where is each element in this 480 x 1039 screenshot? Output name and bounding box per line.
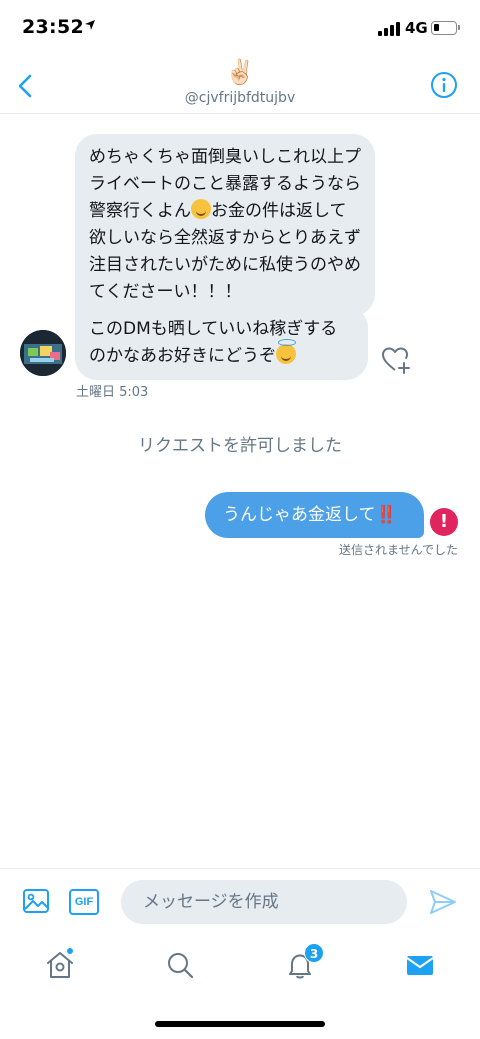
error-icon[interactable]: ! [430,508,458,536]
heart-plus-icon[interactable] [380,344,412,376]
avatar[interactable] [20,330,66,376]
notification-count-badge: 3 [304,943,324,963]
profile-emoji[interactable]: ✌🏻 [0,58,480,86]
home-indicator [155,1021,325,1027]
double-exclamation-icon: ‼️ [375,505,397,525]
signal-icon [378,22,400,36]
tab-home[interactable] [44,947,76,981]
compose-bar: GIF [0,868,480,934]
battery-icon [431,21,460,35]
message-text: このDMも晒していいね稼ぎするのかなあお好きにどうぞ [89,319,338,366]
outgoing-message[interactable]: うんじゃあ金返して‼️ [205,492,424,538]
search-icon [168,953,194,979]
mail-icon [406,956,434,975]
conversation-handle[interactable]: @cjvfrijbfdtujbv [0,90,480,106]
status-bar: 23:52 4G [0,0,480,58]
tab-search[interactable] [164,949,196,981]
status-time: 23:52 [22,16,84,38]
image-icon[interactable] [22,887,50,915]
info-icon[interactable] [430,71,458,99]
message-text: うんじゃあ金返して [223,505,376,525]
message-input[interactable] [121,880,407,924]
incoming-message[interactable]: めちゃくちゃ面倒臭いしこれ以上プライベートのこと暴露するようなら警察行くよん お金… [75,134,375,316]
conversation-header: ✌🏻 @cjvfrijbfdtujbv [0,58,480,114]
message-timestamp: 土曜日 5:03 [76,385,149,400]
avatar-image [20,330,66,376]
gif-button[interactable]: GIF [69,889,99,915]
location-arrow-icon [85,20,95,30]
send-icon[interactable] [428,888,458,916]
network-label: 4G [405,19,428,37]
incoming-message[interactable]: このDMも晒していいね稼ぎするのかなあお好きにどうぞ [75,306,368,380]
yawning-face-icon [191,199,211,219]
home-notification-dot [66,947,74,955]
send-failed-status: 送信されませんでした [338,543,458,557]
tab-messages[interactable] [404,949,436,981]
smiling-face-with-halo-icon [276,339,296,364]
tab-notifications[interactable]: 3 [284,943,324,981]
system-notice: リクエストを許可しました [138,436,342,456]
